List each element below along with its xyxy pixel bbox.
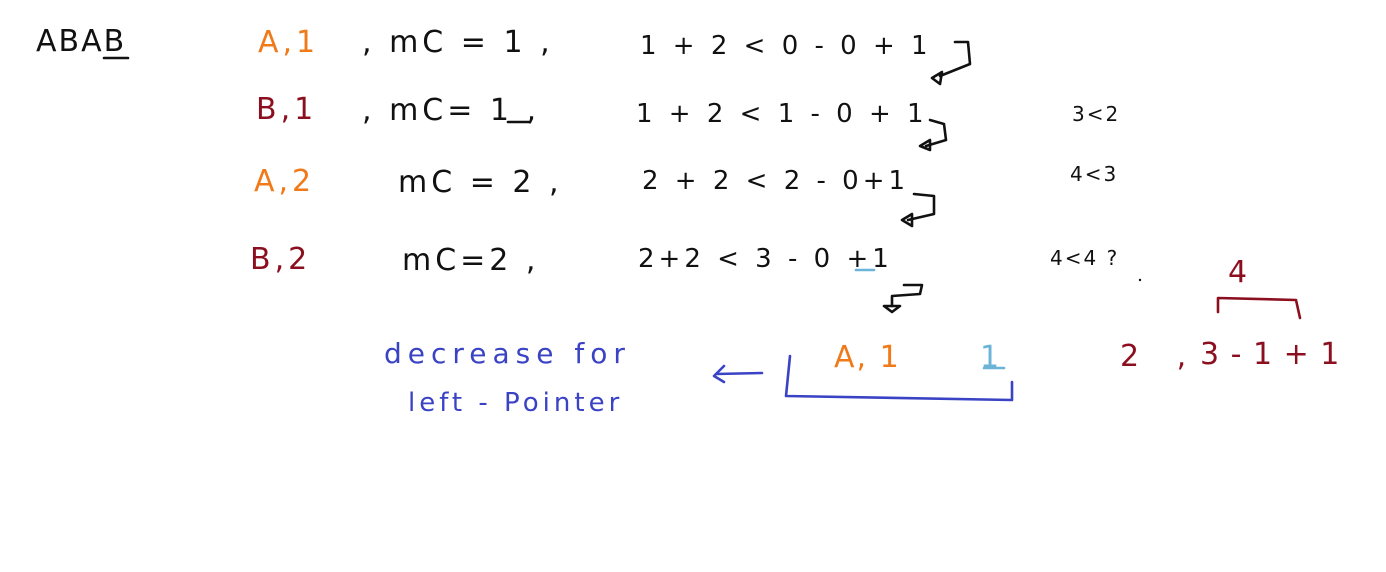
row-2-down-arrow-icon bbox=[924, 118, 948, 148]
row-3-down-arrow-icon bbox=[906, 192, 936, 222]
row-2-condition: 1 + 2 < 1 - 0 + 1 bbox=[636, 99, 928, 129]
stray-dot bbox=[1138, 278, 1142, 282]
row-3-max-count: mC = 2 , bbox=[398, 165, 563, 200]
row-1-arrowhead-icon bbox=[930, 70, 944, 86]
row-3-arrowhead-icon bbox=[900, 212, 914, 228]
input-string: ABAB bbox=[36, 24, 127, 59]
row-3-pair: A,2 bbox=[254, 164, 316, 199]
note-line-1: decrease for bbox=[384, 337, 631, 370]
note-line-2: left - Pointer bbox=[408, 388, 624, 418]
row-1-pair: A,1 bbox=[258, 25, 320, 60]
hand-drawn-strokes bbox=[102, 40, 1302, 402]
right-expression: 3 - 1 + 1 bbox=[1200, 337, 1341, 372]
row-2-pair: B,1 bbox=[256, 92, 318, 127]
row-2-comparison: 3<2 bbox=[1072, 102, 1121, 126]
whiteboard-canvas: ABAB A,1 , mC = 1 , 1 + 2 < 0 - 0 + 1 B,… bbox=[0, 0, 1386, 572]
row-4-comparison: 4<4 ? bbox=[1050, 246, 1120, 270]
right-count: 2 , bbox=[1120, 339, 1201, 374]
row-1-condition: 1 + 2 < 0 - 0 + 1 bbox=[640, 31, 932, 61]
window-value: 1 bbox=[980, 340, 1004, 375]
row-2-arrowhead-icon bbox=[918, 138, 932, 152]
window-pair: A, 1 bbox=[834, 340, 901, 375]
row-4-arrowhead-icon bbox=[882, 304, 902, 314]
left-arrow-icon bbox=[712, 364, 726, 384]
row-3-comparison: 4<3 bbox=[1070, 162, 1119, 186]
left-arrow-shaft bbox=[714, 371, 764, 376]
row-1-down-arrow-icon bbox=[938, 40, 972, 78]
row-3-condition: 2 + 2 < 2 - 0+1 bbox=[642, 166, 910, 196]
row-4-condition: 2+2 < 3 - 0 +1 bbox=[638, 244, 893, 274]
right-brace bbox=[1216, 296, 1302, 320]
row-4-max-count: mC=2 , bbox=[402, 243, 540, 278]
row-4-pair: B,2 bbox=[250, 242, 312, 277]
row-4-down-arrow-icon bbox=[890, 283, 924, 308]
brace-label: 4 bbox=[1228, 255, 1252, 290]
row-2-max-count: , mC= 1 , bbox=[362, 93, 541, 128]
row-1-max-count: , mC = 1 , bbox=[362, 25, 554, 60]
